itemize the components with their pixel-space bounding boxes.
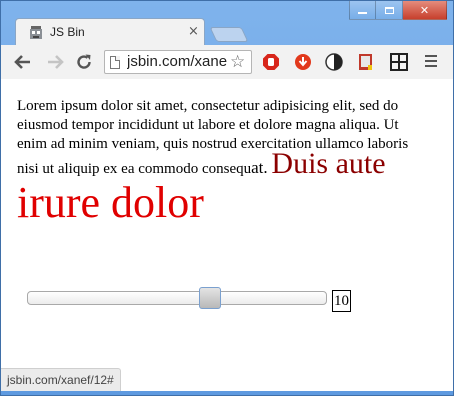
- reload-icon: [77, 54, 91, 69]
- lorem-paragraph: Lorem ipsum dolor sit amet, consectetur …: [17, 97, 427, 227]
- slider-track[interactable]: [27, 291, 327, 305]
- hamburger-menu-icon[interactable]: [425, 55, 437, 70]
- page-content: Lorem ipsum dolor sit amet, consectetur …: [1, 79, 453, 391]
- jsbin-favicon-icon: [30, 26, 42, 39]
- address-bar[interactable]: jsbin.com/xanef/12 ☆: [104, 50, 252, 74]
- minimize-button[interactable]: [349, 1, 376, 20]
- contrast-icon[interactable]: [325, 53, 343, 71]
- slider-value-output: 10: [332, 290, 351, 312]
- text-large: Duis aute: [271, 147, 386, 180]
- range-slider[interactable]: [27, 287, 327, 309]
- url-text[interactable]: jsbin.com/xanef/12: [127, 53, 227, 70]
- text-xlarge: irure dolor: [17, 178, 204, 227]
- text-medium: at.: [251, 158, 268, 177]
- download-icon[interactable]: [294, 53, 312, 71]
- stop-sign-icon[interactable]: [262, 53, 280, 71]
- window-controls: ✕: [349, 1, 447, 21]
- forward-arrow-icon: [48, 55, 64, 69]
- close-icon: ✕: [419, 3, 430, 17]
- reload-button[interactable]: [74, 52, 94, 72]
- star-icon[interactable]: ☆: [230, 52, 245, 72]
- tab-title: JS Bin: [50, 25, 85, 39]
- forward-button[interactable]: [45, 52, 65, 72]
- browser-window: ✕ JS Bin × jsbin.com/xane ☆ Lorem ipsum …: [0, 0, 454, 396]
- status-bar: jsbin.com/xanef/12#: [1, 368, 121, 391]
- back-arrow-icon: [14, 55, 30, 69]
- book-icon[interactable]: [357, 53, 375, 71]
- slider-thumb[interactable]: [199, 287, 221, 309]
- page-icon: [110, 56, 120, 69]
- maximize-button[interactable]: [376, 1, 403, 20]
- grid-icon[interactable]: [390, 53, 408, 71]
- tab-jsbin[interactable]: JS Bin ×: [15, 18, 205, 46]
- toolbar: jsbin.com/xanef/12 ☆: [1, 45, 453, 80]
- tab-close-icon[interactable]: ×: [188, 24, 199, 39]
- back-button[interactable]: [13, 52, 33, 72]
- minimize-icon: [358, 12, 367, 14]
- new-tab-button[interactable]: [209, 27, 249, 42]
- close-window-button[interactable]: ✕: [403, 1, 447, 20]
- maximize-icon: [384, 6, 394, 14]
